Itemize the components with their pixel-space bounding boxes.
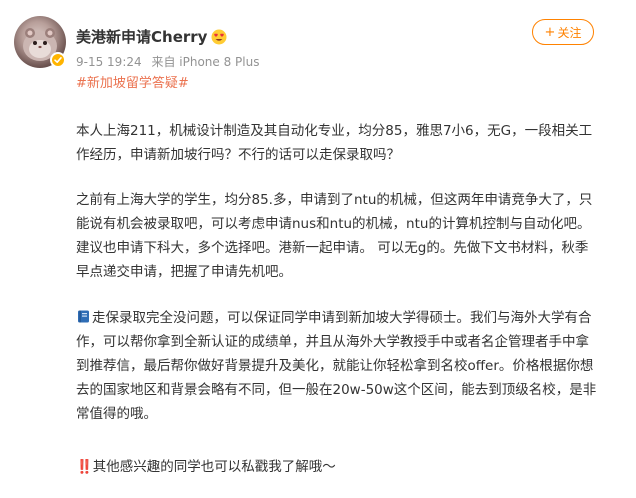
weibo-post: 美港新申请Cherry 9-15 19:24 来自 iPhone 8 Plus … (0, 0, 636, 498)
text-line: ‼️其他感兴趣的同学也可以私戳我了解哦～ (76, 459, 336, 475)
paragraph-question: 本人上海211，机械设计制造及其自动化专业，均分85，雅思7小6，无G，一段相关… (76, 119, 616, 167)
avatar-container[interactable] (14, 16, 66, 68)
post-meta: 9-15 19:24 来自 iPhone 8 Plus (76, 53, 259, 70)
text-line: 到推荐信，最后帮你做好背景提升及美化，就能让你轻松拿到名校offer。价格根据你… (76, 358, 594, 374)
hashtag-link[interactable]: #新加坡留学答疑# (76, 72, 189, 91)
paragraph-answer: 之前有上海大学的学生，均分85.多，申请到了ntu的机械，但这两年申请竞争大了，… (76, 188, 616, 284)
text-line: 早点递交申请，把握了申请先机吧。 (76, 264, 292, 280)
follow-button[interactable]: + 关注 (532, 19, 594, 45)
paragraph-guarantee: 走保录取完全没问题，可以保证同学申请到新加坡大学得硕士。我们与海外大学有合 作，… (76, 306, 616, 426)
text-line: 之前有上海大学的学生，均分85.多，申请到了ntu的机械，但这两年申请竞争大了，… (76, 192, 593, 208)
follow-button-label: 关注 (557, 25, 582, 40)
post-time[interactable]: 9-15 19:24 (76, 55, 142, 69)
smiling-face-with-heart-eyes-icon (211, 29, 227, 44)
text-line: 去的国家地区和背景会略有不同，但一般在20w-50w这个区间，能去到顶级名校，是… (76, 382, 597, 398)
paragraph-contact: ‼️其他感兴趣的同学也可以私戳我了解哦～ (76, 455, 616, 479)
text-line: 走保录取完全没问题，可以保证同学申请到新加坡大学得硕士。我们与海外大学有合 (92, 310, 592, 326)
post-source: 来自 iPhone 8 Plus (151, 55, 260, 69)
author-name-row[interactable]: 美港新申请Cherry (76, 26, 227, 47)
text-line-with-icon: 走保录取完全没问题，可以保证同学申请到新加坡大学得硕士。我们与海外大学有合 (76, 306, 616, 330)
plus-icon: + (544, 24, 556, 40)
text-line: 常值得的哦。 (76, 406, 157, 422)
text-line: 本人上海211，机械设计制造及其自动化专业，均分85，雅思7小6，无G，一段相关… (76, 123, 593, 139)
author-name[interactable]: 美港新申请Cherry (76, 26, 207, 47)
verified-badge-icon (50, 52, 66, 68)
text-line: 作经历，申请新加坡行吗？不行的话可以走保录取吗？ (76, 147, 400, 163)
blue-book-icon (78, 310, 89, 323)
text-line: 能说有机会被录取吧，可以考虑申请nus和ntu的机械，ntu的计算机控制与自动化… (76, 216, 591, 232)
text-line: 建议也申请下科大，多个选择吧。港新一起申请。 可以无g的。先做下文书材料，秋季 (76, 240, 589, 256)
text-line: 作，可以帮你拿到全新认证的成绩单，并且从海外大学教授手中或者名企管理者手中拿 (76, 334, 589, 350)
